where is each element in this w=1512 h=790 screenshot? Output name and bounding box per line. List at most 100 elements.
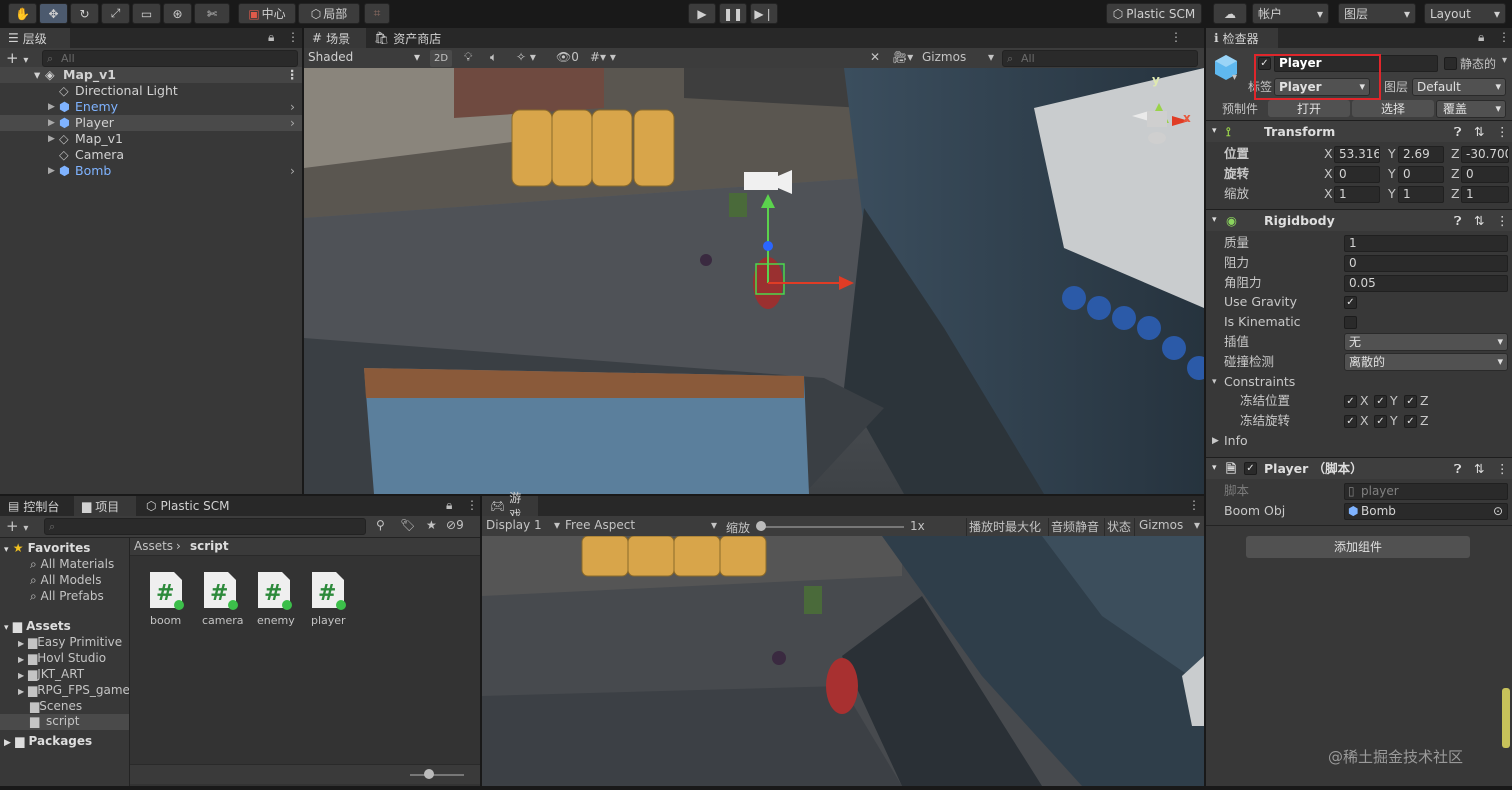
interpolate-dropdown[interactable]: 无 bbox=[1344, 333, 1508, 351]
favorite-star-icon[interactable]: ★ bbox=[426, 518, 437, 532]
freeze-pos-x-checkbox[interactable]: ✓ bbox=[1344, 395, 1357, 408]
mute-audio-toggle[interactable]: 音频静音 bbox=[1048, 518, 1099, 536]
more-options-icon[interactable]: ⋮ bbox=[466, 498, 478, 512]
toggle-2d-button[interactable]: 2D bbox=[430, 50, 452, 67]
pause-button[interactable]: ❚❚ bbox=[719, 3, 747, 24]
stats-toggle[interactable]: 状态 bbox=[1104, 518, 1131, 536]
expand-arrow-icon[interactable]: ▶ bbox=[48, 131, 55, 147]
custom-tool-icon[interactable]: ✄ bbox=[194, 3, 230, 24]
presets-icon[interactable]: ⇅ bbox=[1474, 458, 1484, 479]
lock-icon[interactable]: 🔒︎ bbox=[268, 30, 274, 45]
tab-inspector[interactable]: ℹ 检查器 bbox=[1206, 28, 1278, 48]
freeze-pos-z-checkbox[interactable]: ✓ bbox=[1404, 395, 1417, 408]
aspect-dropdown[interactable]: Free Aspect ▾ bbox=[565, 518, 717, 532]
game-viewport[interactable] bbox=[482, 536, 1204, 786]
script-file[interactable]: # boom bbox=[146, 570, 186, 632]
hierarchy-item[interactable]: ◇ Directional Light bbox=[0, 83, 302, 99]
more-options-icon[interactable]: ⋮ bbox=[1498, 30, 1510, 44]
favorite-item[interactable]: ⌕ All Materials bbox=[30, 557, 114, 572]
add-icon[interactable]: + ▾ bbox=[6, 49, 28, 67]
scene-search-input[interactable]: ⌕ All bbox=[1002, 50, 1198, 67]
asset-folder[interactable]: ▶ ▆Easy Primitive bbox=[18, 635, 122, 649]
collision-detection-dropdown[interactable]: 离散的 bbox=[1344, 353, 1508, 371]
presets-icon[interactable]: ⇅ bbox=[1474, 210, 1484, 231]
mass-field[interactable]: 1 bbox=[1344, 235, 1508, 252]
step-button[interactable]: ▶❘ bbox=[750, 3, 778, 24]
rotation-y-field[interactable]: 0 bbox=[1398, 166, 1444, 183]
breadcrumb-leaf[interactable]: script bbox=[190, 539, 229, 553]
hierarchy-item[interactable]: ◇ Camera bbox=[0, 147, 302, 163]
pivot-center-button[interactable]: ▣ 中心 bbox=[238, 3, 296, 24]
script-file[interactable]: # enemy bbox=[254, 570, 295, 632]
tab-project[interactable]: ▆ 项目 bbox=[74, 496, 136, 516]
move-tool-icon[interactable]: ✥ bbox=[39, 3, 68, 24]
position-y-field[interactable]: 2.69 bbox=[1398, 146, 1444, 163]
component-menu-icon[interactable]: ⋮ bbox=[1496, 210, 1509, 231]
asset-folder[interactable]: ▶ ▆RPG_FPS_game bbox=[18, 683, 129, 697]
scale-slider[interactable] bbox=[758, 526, 904, 528]
tab-game[interactable]: 🎮︎ 游戏 bbox=[482, 491, 538, 522]
more-options-icon[interactable]: ⋮ bbox=[1188, 498, 1200, 512]
tab-scene[interactable]: # 场景 bbox=[304, 28, 366, 48]
cloud-icon[interactable]: ☁ bbox=[1213, 3, 1247, 24]
lighting-icon[interactable]: 💡︎ bbox=[464, 50, 472, 65]
add-component-button[interactable]: 添加组件 bbox=[1246, 536, 1470, 558]
prefab-select-button[interactable]: 选择 bbox=[1352, 100, 1434, 117]
component-menu-icon[interactable]: ⋮ bbox=[1496, 121, 1509, 142]
rotation-x-field[interactable]: 0 bbox=[1334, 166, 1380, 183]
tab-console[interactable]: ▤ 控制台 bbox=[0, 496, 72, 516]
more-options-icon[interactable]: ⋮ bbox=[1170, 30, 1182, 44]
chevron-right-icon[interactable]: › bbox=[290, 163, 295, 179]
asset-folder[interactable]: ▶ ▆JKT_ART bbox=[18, 667, 84, 681]
script-file[interactable]: # camera bbox=[200, 570, 244, 632]
add-icon[interactable]: + ▾ bbox=[6, 517, 28, 535]
rigidbody-header[interactable]: ▾ ◉ Rigidbody ❓︎ ⇅ ⋮ bbox=[1206, 209, 1512, 231]
hierarchy-item[interactable]: ▶ ⬢ Enemy › bbox=[0, 99, 302, 115]
rect-tool-icon[interactable]: ▭ bbox=[132, 3, 161, 24]
freeze-rot-y-checkbox[interactable]: ✓ bbox=[1374, 415, 1387, 428]
layer-dropdown[interactable]: Default bbox=[1412, 78, 1506, 96]
grid-icon[interactable]: #▾ ▾ bbox=[590, 50, 616, 64]
lock-icon[interactable]: 🔒︎ bbox=[446, 498, 452, 513]
hidden-packages-icon[interactable]: ⊘9 bbox=[446, 518, 464, 532]
effects-icon[interactable]: ✧ ▾ bbox=[516, 50, 536, 64]
presets-icon[interactable]: ⇅ bbox=[1474, 121, 1484, 142]
icon-dropdown-icon[interactable]: ▾ bbox=[1232, 72, 1237, 83]
static-checkbox[interactable] bbox=[1444, 57, 1457, 70]
display-dropdown[interactable]: Display 1 ▾ bbox=[486, 518, 560, 532]
expand-arrow-icon[interactable]: ▶ bbox=[48, 115, 55, 131]
icon-size-slider[interactable] bbox=[410, 774, 464, 776]
freeze-rot-z-checkbox[interactable]: ✓ bbox=[1404, 415, 1417, 428]
is-kinematic-checkbox[interactable] bbox=[1344, 316, 1357, 329]
prefab-overrides-dropdown[interactable]: 覆盖 bbox=[1436, 100, 1506, 118]
tab-plastic-scm[interactable]: ⬡ Plastic SCM bbox=[138, 496, 242, 516]
freeze-pos-y-checkbox[interactable]: ✓ bbox=[1374, 395, 1387, 408]
plastic-scm-button[interactable]: ⬡ Plastic SCM bbox=[1106, 3, 1202, 24]
account-dropdown[interactable]: 帐户 ▾ bbox=[1252, 3, 1329, 24]
pivot-local-button[interactable]: ⬡ 局部 bbox=[298, 3, 360, 24]
tools-icon[interactable]: ✕ bbox=[870, 50, 880, 64]
use-gravity-checkbox[interactable]: ✓ bbox=[1344, 296, 1357, 309]
tab-asset-store[interactable]: 🛍︎ 资产商店 bbox=[366, 28, 450, 48]
info-row[interactable]: ▶ Info bbox=[1206, 431, 1512, 451]
transform-tool-icon[interactable]: ⊛ bbox=[163, 3, 192, 24]
maximize-on-play-toggle[interactable]: 播放时最大化 bbox=[966, 518, 1041, 536]
icon-size-slider-thumb[interactable] bbox=[424, 769, 434, 779]
hierarchy-item[interactable]: ▶ ◇ Map_v1 bbox=[0, 131, 302, 147]
chevron-down-icon[interactable]: ▾ bbox=[1502, 55, 1507, 66]
angular-drag-field[interactable]: 0.05 bbox=[1344, 275, 1508, 292]
prefab-open-button[interactable]: 打开 bbox=[1268, 100, 1350, 117]
favorite-item[interactable]: ⌕ All Models bbox=[30, 573, 102, 588]
more-options-icon[interactable]: ⋮ bbox=[287, 30, 299, 44]
position-x-field[interactable]: 53.3164 bbox=[1334, 146, 1380, 163]
script-file[interactable]: # player bbox=[308, 570, 348, 632]
scene-root-row[interactable]: ▾ ◈ Map_v1 ⋮ bbox=[0, 67, 302, 83]
component-menu-icon[interactable]: ⋮ bbox=[1496, 458, 1509, 479]
constraints-row[interactable]: ▾ Constraints bbox=[1206, 372, 1512, 392]
scale-slider-thumb[interactable] bbox=[756, 521, 766, 531]
packages-root[interactable]: ▶ ▆ Packages bbox=[4, 734, 92, 748]
script-enabled-checkbox[interactable]: ✓ bbox=[1244, 462, 1257, 475]
tab-hierarchy[interactable]: ☰ 层级 bbox=[0, 28, 70, 48]
grid-snap-icon[interactable]: ⌗ bbox=[364, 3, 390, 24]
asset-folder[interactable]: ▆Scenes bbox=[30, 699, 82, 713]
